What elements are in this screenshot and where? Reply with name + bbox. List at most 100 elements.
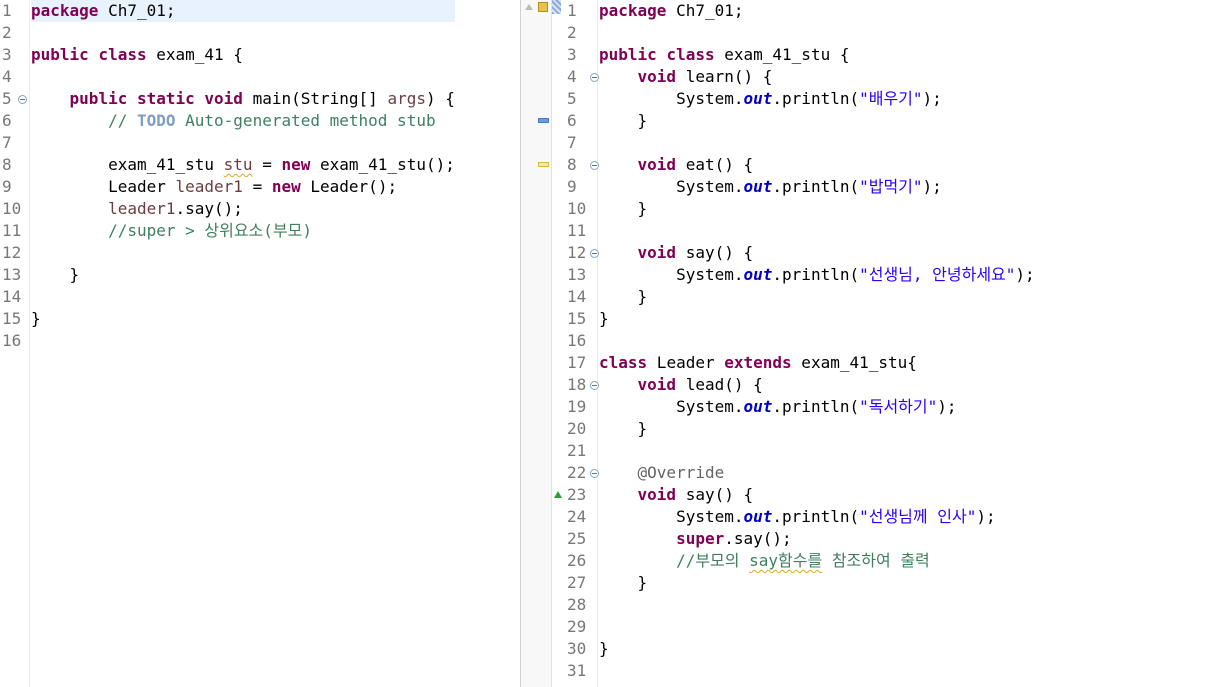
line-number: 6 <box>2 111 12 130</box>
line-number: 16 <box>2 331 22 350</box>
code-line[interactable] <box>31 330 455 352</box>
fold-collapse-icon[interactable] <box>590 381 599 390</box>
line-number: 31 <box>567 661 587 680</box>
code-line[interactable] <box>599 440 1035 462</box>
warning-marker[interactable] <box>538 162 549 167</box>
code-line[interactable] <box>31 132 455 154</box>
line-number: 6 <box>567 111 577 130</box>
code-line[interactable]: System.out.println("독서하기"); <box>599 396 1035 418</box>
code-line[interactable] <box>599 220 1035 242</box>
code-line[interactable]: } <box>599 286 1035 308</box>
line-number: 26 <box>567 551 587 570</box>
warning-summary-icon[interactable] <box>538 2 548 12</box>
line-number: 7 <box>2 133 12 152</box>
code-line[interactable] <box>599 660 1035 682</box>
code-line[interactable] <box>31 286 455 308</box>
code-line[interactable]: //부모의 say함수를 참조하여 출력 <box>599 550 1035 572</box>
code-line[interactable]: public class exam_41_stu { <box>599 44 1035 66</box>
code-line[interactable]: void say() { <box>599 484 1035 506</box>
code-line[interactable] <box>31 22 455 44</box>
line-number: 13 <box>2 265 22 284</box>
line-number: 20 <box>567 419 587 438</box>
line-number: 8 <box>2 155 12 174</box>
code-line[interactable]: } <box>599 418 1035 440</box>
code-line[interactable]: } <box>31 308 455 330</box>
code-line[interactable]: exam_41_stu stu = new exam_41_stu(); <box>31 154 455 176</box>
line-number: 24 <box>567 507 587 526</box>
line-number: 2 <box>567 23 577 42</box>
annotation-overview-ruler[interactable] <box>521 0 552 687</box>
fold-collapse-icon[interactable] <box>18 95 27 104</box>
line-number: 16 <box>567 331 587 350</box>
line-number: 12 <box>2 243 22 262</box>
line-number: 27 <box>567 573 587 592</box>
line-number: 8 <box>552 154 599 176</box>
code-line[interactable]: package Ch7_01; <box>31 0 455 22</box>
code-line[interactable]: class Leader extends exam_41_stu{ <box>599 352 1035 374</box>
code-line[interactable] <box>599 22 1035 44</box>
code-line[interactable] <box>31 66 455 88</box>
code-line[interactable]: } <box>599 198 1035 220</box>
line-number: 22 <box>552 462 599 484</box>
line-number: 30 <box>567 639 587 658</box>
override-indicator-icon[interactable] <box>554 491 562 498</box>
line-number: 14 <box>2 287 22 306</box>
code-line[interactable] <box>31 242 455 264</box>
fold-collapse-icon[interactable] <box>590 469 599 478</box>
code-line[interactable]: } <box>599 308 1035 330</box>
code-line[interactable] <box>599 330 1035 352</box>
right-editor-pane[interactable]: 1 2 3 4 5 6 7 8 9 10 11 12 13 14 15 16 1… <box>521 0 1232 687</box>
code-line[interactable]: public class exam_41 { <box>31 44 455 66</box>
code-line[interactable]: } <box>599 572 1035 594</box>
code-line[interactable] <box>599 594 1035 616</box>
fold-collapse-icon[interactable] <box>590 249 599 258</box>
occurrence-marker[interactable] <box>538 118 549 123</box>
line-number: 7 <box>567 133 577 152</box>
line-number-ruler: 1 2 3 4 5 6 7 8 9 10 11 12 13 14 15 16 1… <box>552 0 599 687</box>
code-line[interactable]: } <box>599 110 1035 132</box>
code-line[interactable]: void lead() { <box>599 374 1035 396</box>
line-number: 11 <box>2 221 22 240</box>
code-line[interactable]: package Ch7_01; <box>599 0 1035 22</box>
code-line[interactable]: //super > 상위요소(부모) <box>31 220 455 242</box>
line-number: 5 <box>0 88 29 110</box>
code-line[interactable]: System.out.println("선생님, 안녕하세요"); <box>599 264 1035 286</box>
code-line[interactable]: System.out.println("선생님께 인사"); <box>599 506 1035 528</box>
code-text-area[interactable]: package Ch7_01; public class exam_41_stu… <box>599 0 1035 682</box>
line-number-ruler: 1 2 3 4 5 6 7 8 9 10 11 12 13 14 15 16 <box>0 0 30 687</box>
code-line[interactable]: Leader leader1 = new Leader(); <box>31 176 455 198</box>
code-line[interactable]: void eat() { <box>599 154 1035 176</box>
code-line[interactable]: void learn() { <box>599 66 1035 88</box>
line-number: 4 <box>2 67 12 86</box>
line-number: 2 <box>2 23 12 42</box>
line-number: 4 <box>552 66 599 88</box>
code-line[interactable]: void say() { <box>599 242 1035 264</box>
line-number: 9 <box>2 177 12 196</box>
code-line[interactable]: System.out.println("밥먹기"); <box>599 176 1035 198</box>
line-number: 17 <box>567 353 587 372</box>
line-number: 19 <box>567 397 587 416</box>
code-line[interactable]: } <box>599 638 1035 660</box>
code-line[interactable]: // TODO Auto-generated method stub <box>31 110 455 132</box>
scroll-up-arrow-icon[interactable] <box>525 4 533 10</box>
line-number: 28 <box>567 595 587 614</box>
line-number: 15 <box>2 309 22 328</box>
line-number: 11 <box>567 221 587 240</box>
code-line[interactable] <box>599 132 1035 154</box>
fold-collapse-icon[interactable] <box>590 161 599 170</box>
code-line[interactable]: } <box>31 264 455 286</box>
line-number: 13 <box>567 265 587 284</box>
code-line[interactable]: @Override <box>599 462 1035 484</box>
code-text-area[interactable]: package Ch7_01; public class exam_41 { p… <box>31 0 455 352</box>
code-line[interactable]: System.out.println("배우기"); <box>599 88 1035 110</box>
code-line[interactable]: leader1.say(); <box>31 198 455 220</box>
code-line[interactable] <box>599 616 1035 638</box>
line-number: 29 <box>567 617 587 636</box>
code-line[interactable]: super.say(); <box>599 528 1035 550</box>
line-number: 3 <box>2 45 12 64</box>
code-line[interactable]: public static void main(String[] args) { <box>31 88 455 110</box>
fold-collapse-icon[interactable] <box>590 73 599 82</box>
line-number: 5 <box>567 89 577 108</box>
left-editor-pane[interactable]: 1 2 3 4 5 6 7 8 9 10 11 12 13 14 15 16 p… <box>0 0 520 687</box>
line-number: 9 <box>567 177 577 196</box>
